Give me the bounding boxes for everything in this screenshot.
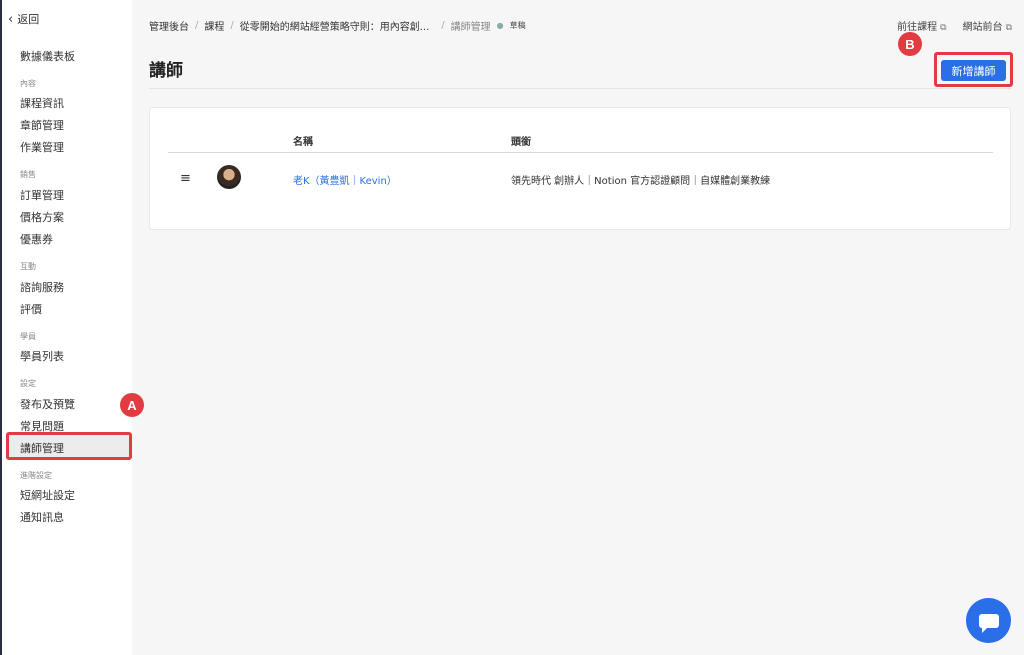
chat-bubble-icon (978, 613, 999, 633)
status-dot-icon: ● (496, 21, 504, 30)
go-to-course-link[interactable]: 前往課程 ⧉ (897, 18, 946, 33)
column-header-headline: 頭銜 (511, 137, 531, 148)
sidebar-group-sales: 銷售 (20, 170, 36, 179)
column-header-name: 名稱 (293, 137, 313, 148)
breadcrumb-admin[interactable]: 管理後台 (149, 18, 189, 33)
sidebar-item-faq[interactable]: 常見問題 (20, 418, 64, 434)
sidebar-item-chapters[interactable]: 章節管理 (20, 117, 64, 133)
sidebar-group-students: 學員 (20, 332, 36, 341)
sidebar-item-consulting[interactable]: 諮詢服務 (20, 279, 64, 295)
breadcrumb-separator: / (195, 20, 199, 31)
external-link-icon: ⧉ (1005, 23, 1012, 33)
breadcrumb-separator: / (441, 20, 445, 31)
sidebar-group-interaction: 互動 (20, 262, 36, 271)
title-divider (149, 88, 1011, 89)
status-badge: 草稿 (509, 21, 526, 30)
breadcrumb-current: 講師管理 (450, 22, 491, 33)
sidebar-item-publish[interactable]: 發布及預覽 (20, 396, 75, 412)
site-frontend-link[interactable]: 網站前台 ⧉ (963, 18, 1012, 33)
sidebar-group-advanced: 進階設定 (20, 471, 52, 480)
header-divider (168, 152, 993, 153)
sidebar-group-content: 內容 (20, 79, 36, 88)
drag-handle-icon[interactable]: ≡ (180, 171, 191, 186)
breadcrumb-courses[interactable]: 課程 (204, 18, 224, 33)
chat-button[interactable] (966, 598, 1011, 643)
annotation-marker-a: A (120, 393, 144, 417)
avatar (217, 165, 241, 189)
site-frontend-label: 網站前台 (962, 22, 1003, 33)
sidebar-item-short-url[interactable]: 短網址設定 (20, 487, 75, 503)
instructor-headline: 領先時代 創辦人｜Notion 官方認證顧問｜自媒體創業教練 (511, 176, 771, 187)
sidebar-item-dashboard[interactable]: 數據儀表板 (20, 48, 75, 64)
sidebar-group-settings: 設定 (20, 379, 36, 388)
instructor-table-card: 名稱 頭銜 ≡ 老K（黃豊凱｜Kevin） 領先時代 創辦人｜Notion 官方… (149, 107, 1011, 230)
page-title: 講師 (149, 61, 183, 81)
sidebar-item-pricing[interactable]: 價格方案 (20, 209, 64, 225)
sidebar-item-course-info[interactable]: 課程資訊 (20, 95, 64, 111)
chevron-left-icon: ‹ (8, 11, 14, 27)
annotation-marker-b: B (898, 32, 922, 56)
breadcrumb-course-name[interactable]: 從零開始的網站經營策略守則：用內容創... (240, 18, 430, 33)
sidebar-item-notifications[interactable]: 通知訊息 (20, 509, 64, 525)
breadcrumb-separator: / (230, 20, 234, 31)
sidebar: ‹ 返回 數據儀表板 內容 課程資訊 章節管理 作業管理 銷售 訂單管理 價格方… (2, 0, 132, 655)
sidebar-item-reviews[interactable]: 評價 (20, 301, 42, 317)
go-to-course-label: 前往課程 (897, 22, 938, 33)
back-label: 返回 (17, 13, 40, 26)
breadcrumb: 管理後台 / 課程 / 從零開始的網站經營策略守則：用內容創... / 講師管理… (149, 18, 526, 33)
sidebar-item-coupons[interactable]: 優惠券 (20, 231, 53, 247)
external-link-icon: ⧉ (940, 23, 947, 33)
sidebar-item-orders[interactable]: 訂單管理 (20, 187, 64, 203)
back-button[interactable]: ‹ 返回 (8, 11, 39, 27)
sidebar-item-instructors[interactable]: 講師管理 (20, 440, 64, 456)
sidebar-item-assignments[interactable]: 作業管理 (20, 139, 64, 155)
top-links: 前往課程 ⧉ 網站前台 ⧉ (897, 18, 1012, 33)
instructor-name-link[interactable]: 老K（黃豊凱｜Kevin） (293, 172, 397, 187)
add-instructor-button[interactable]: 新增講師 (941, 60, 1006, 81)
sidebar-item-student-list[interactable]: 學員列表 (20, 348, 64, 364)
